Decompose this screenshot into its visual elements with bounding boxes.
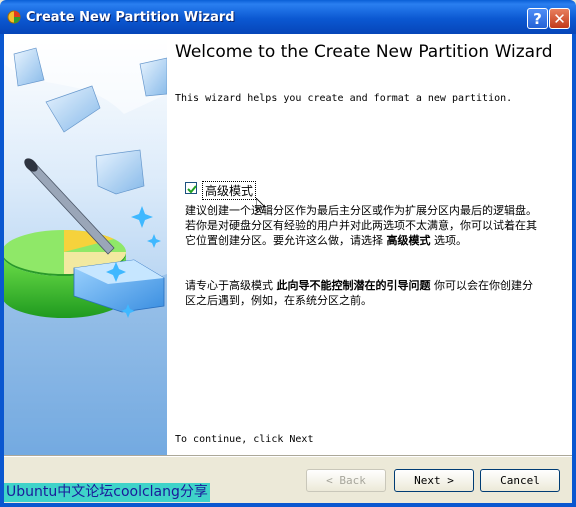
checkmark-icon	[187, 185, 197, 194]
cancel-button[interactable]: Cancel	[480, 469, 560, 492]
checkbox-box[interactable]	[185, 182, 197, 194]
next-button[interactable]: Next >	[394, 469, 474, 492]
paragraph1-bold: 高级模式	[386, 234, 431, 247]
back-button[interactable]: < Back	[306, 469, 386, 492]
button-separator	[4, 455, 572, 457]
help-icon: ?	[533, 10, 542, 28]
window-frame-bottom	[0, 503, 576, 507]
title-bar[interactable]: Create New Partition Wizard ? ✕	[0, 0, 576, 34]
page-title: Welcome to the Create New Partition Wiza…	[175, 42, 553, 62]
continue-instruction: To continue, click Next	[175, 434, 314, 445]
window-title: Create New Partition Wizard	[26, 10, 235, 25]
close-icon: ✕	[553, 10, 566, 28]
paragraph1-text-a: 建议创建一个逻辑分区作为最后主分区或作为扩展分区内最后的逻辑盘。若你是对硬盘分区…	[185, 204, 537, 247]
paragraph2-bold: 此向导不能控制潜在的引导问题	[276, 279, 431, 292]
wizard-window: Create New Partition Wizard ? ✕ Welcome …	[0, 0, 576, 507]
side-illustration	[4, 34, 167, 455]
advanced-mode-label[interactable]: 高级模式	[202, 181, 257, 200]
wizard-app-icon	[7, 10, 21, 24]
boot-warning-text: 请专心于高级模式 此向导不能控制潜在的引导问题 你可以会在你创建分区之后遇到，例…	[185, 278, 540, 308]
window-frame-right	[572, 34, 576, 507]
advanced-mode-description: 建议创建一个逻辑分区作为最后主分区或作为扩展分区内最后的逻辑盘。若你是对硬盘分区…	[185, 203, 540, 248]
help-button[interactable]: ?	[527, 8, 548, 29]
pie-chart-wand-illustration	[4, 34, 167, 455]
intro-text: This wizard helps you create and format …	[175, 93, 513, 104]
paragraph1-text-b: 选项。	[430, 234, 467, 247]
watermark-overlay: Ubuntu中文论坛coolclang分享	[4, 483, 210, 502]
close-button[interactable]: ✕	[549, 8, 570, 29]
paragraph2-text-a: 请专心于高级模式	[185, 279, 277, 292]
